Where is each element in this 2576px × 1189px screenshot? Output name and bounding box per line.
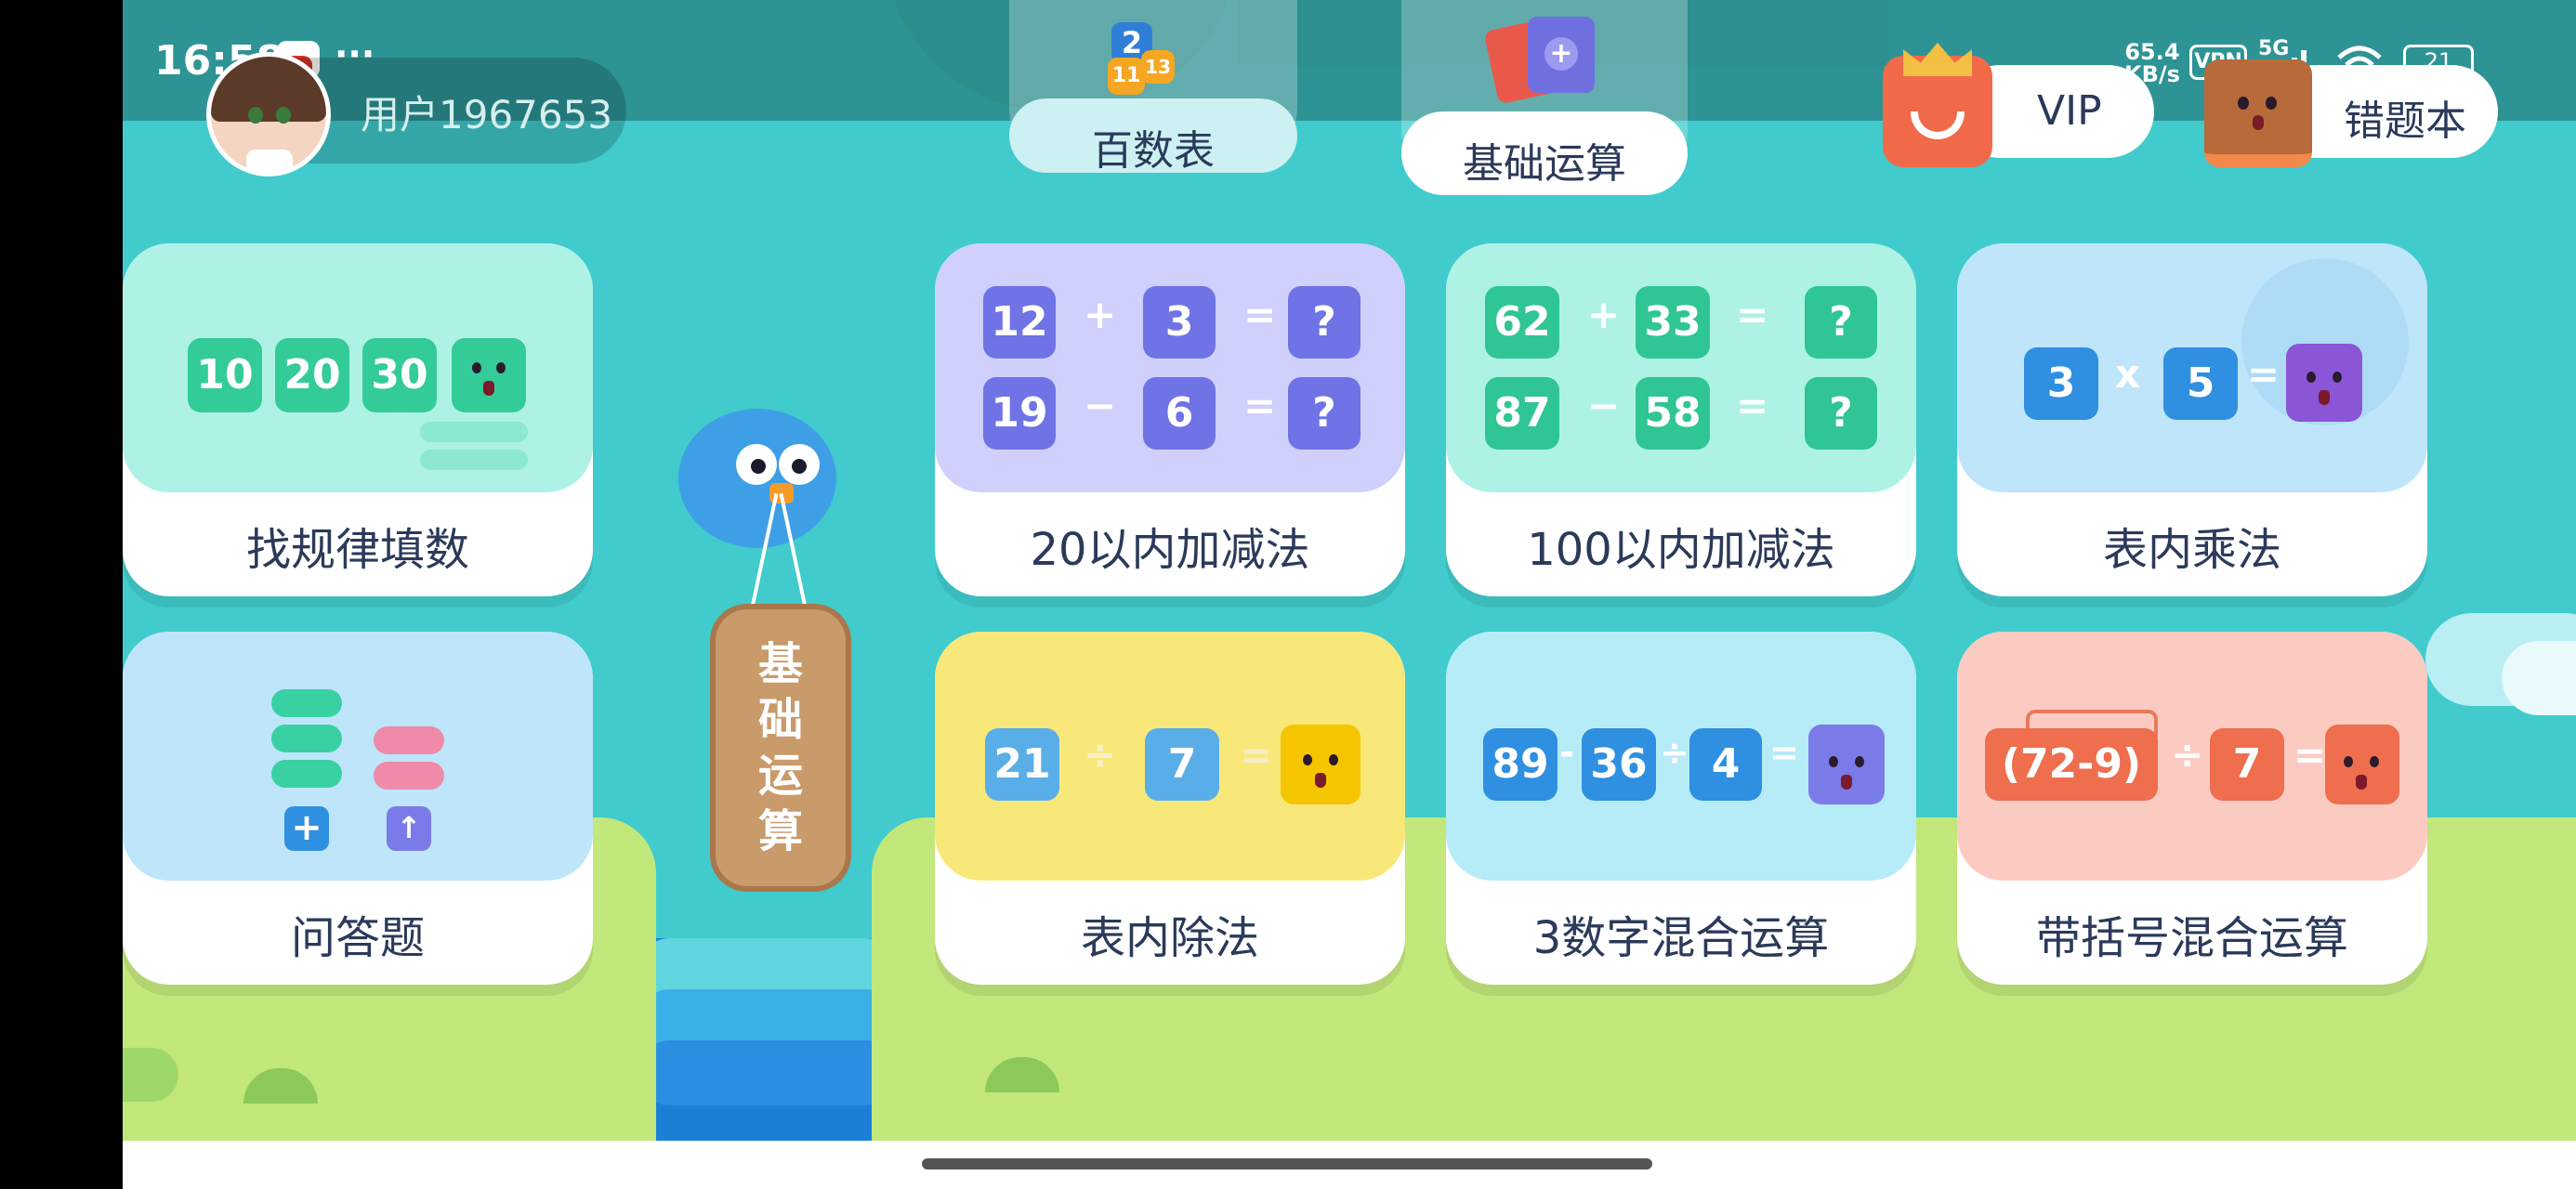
card-multiplication-label: 表内乘法	[2102, 524, 2281, 576]
sign-char: 基	[757, 638, 803, 690]
username[interactable]: 用户1967653	[361, 84, 612, 140]
operator: =	[1243, 292, 1277, 337]
card-qa-label: 问答题	[290, 912, 425, 964]
operator: =	[1243, 383, 1277, 428]
card-add-sub-20[interactable]: 12 + 3 = ? 19 − 6 = ? 20以内加减法	[935, 243, 1405, 596]
number-tile: 3	[1143, 286, 1216, 359]
card-three-number-mixed[interactable]: 89 - 36 ÷ 4 = 3数字混合运算	[1446, 632, 1916, 985]
number-tile: 21	[985, 728, 1059, 801]
card-bracket-mixed-illustration: (72-9) ÷ 7 =	[1957, 632, 2427, 881]
face-tile-icon	[452, 338, 526, 412]
plus-icon: +	[284, 806, 329, 851]
tab-hundred-chart[interactable]: 2 11 13 百数表	[1009, 0, 1297, 175]
card-add-sub-100-illustration: 62 + 33 = ? 87 − 58 = ?	[1446, 243, 1916, 492]
operator: =	[1736, 383, 1769, 428]
vip-gift-icon	[1883, 43, 1992, 167]
operator: −	[1084, 383, 1117, 428]
number-tile: 10	[188, 338, 262, 412]
card-find-pattern[interactable]: 10 20 30 找规律填数	[123, 243, 593, 596]
operator: ÷	[1084, 732, 1117, 777]
bird-mascot	[678, 409, 836, 548]
number-tile: 30	[362, 338, 437, 412]
sign-char: 础	[757, 694, 803, 746]
card-bracket-mixed-label: 带括号混合运算	[2035, 912, 2348, 964]
tab-hundred-chart-label: 百数表	[1092, 127, 1215, 175]
card-division-label: 表内除法	[1080, 912, 1259, 964]
bracket-expression-tile: (72-9)	[1985, 728, 2158, 801]
number-tile: 89	[1483, 728, 1557, 801]
sign-char: 运	[757, 750, 803, 802]
number-tile: 6	[1143, 377, 1216, 450]
vip-button-label: VIP	[2037, 87, 2102, 135]
monster-face-icon	[2325, 725, 2399, 804]
number-tile: 12	[983, 286, 1056, 359]
number-tile: 33	[1636, 286, 1710, 359]
number-tile: 87	[1485, 377, 1559, 450]
number-tile: 58	[1636, 377, 1710, 450]
operator: −	[1587, 383, 1621, 428]
unknown-tile: ?	[1805, 286, 1877, 359]
card-bracket-mixed[interactable]: (72-9) ÷ 7 = 带括号混合运算	[1957, 632, 2427, 985]
number-tile: 36	[1582, 728, 1656, 801]
category-sign: 基 础 运 算	[710, 604, 851, 892]
cloud-decor	[2502, 641, 2576, 715]
number-tile: 7	[1145, 728, 1219, 801]
card-multiplication[interactable]: 3 x 5 = 表内乘法	[1957, 243, 2427, 596]
card-three-number-mixed-label: 3数字混合运算	[1532, 912, 1830, 964]
card-qa-illustration: + ↑	[123, 632, 593, 881]
operator: =	[2293, 732, 2327, 777]
card-division-illustration: 21 ÷ 7 =	[935, 632, 1405, 881]
unknown-tile: ?	[1288, 377, 1360, 450]
number-tile: 62	[1485, 286, 1559, 359]
card-three-number-mixed-illustration: 89 - 36 ÷ 4 =	[1446, 632, 1916, 881]
operator: +	[1587, 292, 1621, 337]
number-block-icon: 11	[1108, 58, 1145, 95]
operator: -	[1559, 732, 1574, 773]
unknown-tile: ?	[1288, 286, 1360, 359]
card-multiplication-illustration: 3 x 5 =	[1957, 243, 2427, 492]
operator: +	[1084, 292, 1117, 337]
card-add-sub-20-label: 20以内加减法	[1030, 524, 1310, 576]
number-tile: 3	[2024, 347, 2098, 420]
operator: =	[2247, 351, 2280, 397]
operator: =	[1240, 732, 1273, 777]
card-qa[interactable]: + ↑ 问答题	[123, 632, 593, 985]
arrow-up-icon: ↑	[387, 806, 431, 851]
plus-card-icon: +	[1528, 17, 1595, 93]
number-tile: 19	[983, 377, 1056, 450]
sign-char: 算	[757, 805, 803, 857]
card-add-sub-100[interactable]: 62 + 33 = ? 87 − 58 = ? 100以内加减法	[1446, 243, 1916, 596]
mistakes-book-icon	[2204, 59, 2312, 167]
water-decor	[656, 938, 872, 1141]
number-tile: 7	[2210, 728, 2284, 801]
operator: =	[1736, 292, 1769, 337]
home-indicator[interactable]	[922, 1158, 1652, 1169]
unknown-tile: ?	[1805, 377, 1877, 450]
mistakes-button-label: 错题本	[2344, 98, 2466, 145]
monster-face-icon	[1281, 725, 1360, 804]
operator: ÷	[1660, 732, 1689, 773]
tab-basic-operations-label: 基础运算	[1463, 140, 1626, 188]
user-avatar[interactable]	[206, 52, 331, 176]
number-tile: 20	[275, 338, 349, 412]
operator: =	[1769, 732, 1799, 773]
card-find-pattern-illustration: 10 20 30	[123, 243, 593, 492]
grass-bump	[123, 1048, 178, 1102]
card-find-pattern-label: 找规律填数	[245, 524, 469, 576]
number-tile: 5	[2163, 347, 2238, 420]
monster-face-icon	[1808, 725, 1885, 804]
card-division[interactable]: 21 ÷ 7 = 表内除法	[935, 632, 1405, 985]
net-speed-value: 65.4	[2124, 39, 2180, 65]
monster-face-icon	[2286, 344, 2362, 422]
card-add-sub-20-illustration: 12 + 3 = ? 19 − 6 = ?	[935, 243, 1405, 492]
operator: ÷	[2171, 732, 2204, 777]
operator: x	[2115, 351, 2141, 397]
number-block-icon: 13	[1141, 50, 1175, 84]
number-tile: 4	[1689, 728, 1762, 801]
tab-basic-operations[interactable]: + 基础运算	[1401, 0, 1688, 195]
card-add-sub-100-label: 100以内加减法	[1527, 524, 1835, 576]
